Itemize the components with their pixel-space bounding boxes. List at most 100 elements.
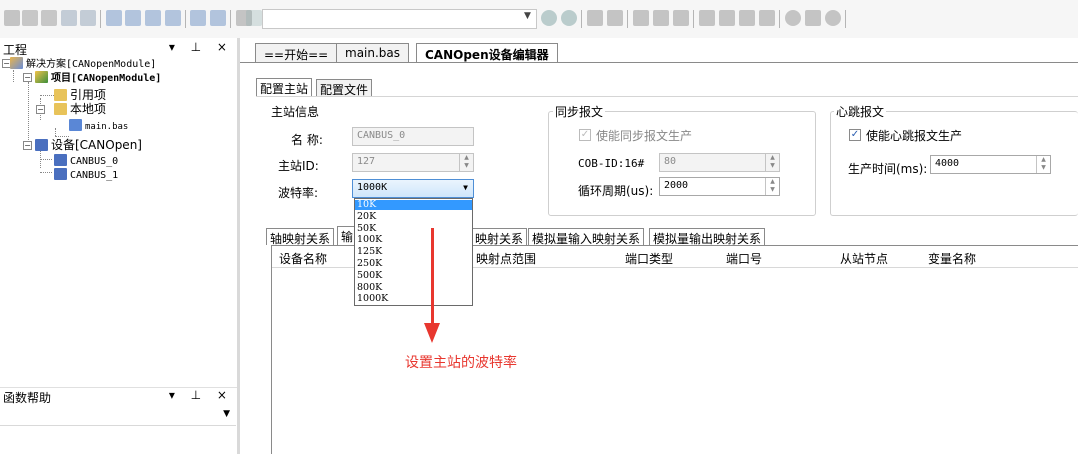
tree-collapse-toggle[interactable]: − <box>23 141 32 150</box>
panel-splitter[interactable] <box>237 38 240 454</box>
toolbar-separator <box>185 10 186 28</box>
grid-header-device-name: 设备名称 <box>279 252 328 266</box>
chat-down-icon[interactable] <box>165 10 181 26</box>
tree-item-solution[interactable]: 解决方案[CANopenModule] <box>10 56 156 70</box>
chevron-down-icon[interactable]: ▼ <box>524 11 531 21</box>
baud-rate-option[interactable]: 125K <box>355 247 472 257</box>
sub-tab-divider <box>256 96 1078 97</box>
master-id-label: 主站ID: <box>278 159 319 173</box>
outdent-icon[interactable] <box>607 10 623 26</box>
doc-tab-label: CANOpen设备编辑器 <box>425 48 549 62</box>
grid-header-variable-name: 变量名称 <box>928 252 977 266</box>
tab-configure-master[interactable]: 配置主站 <box>256 78 313 96</box>
paste-icon[interactable] <box>41 10 57 26</box>
chevron-down-icon[interactable]: ▼ <box>223 409 230 419</box>
window-icon[interactable] <box>106 10 122 26</box>
toolbar-separator <box>230 10 231 28</box>
master-id-field[interactable]: 127 <box>352 153 474 172</box>
heartbeat-enable-checkbox[interactable]: ✓ <box>849 129 861 141</box>
grid-header-slave-node: 从站节点 <box>840 252 889 266</box>
heartbeat-title: 心跳报文 <box>834 103 887 120</box>
doc-tab-label: ==开始== <box>264 48 329 62</box>
tree-item-project[interactable]: 项目[CANopenModule] <box>35 70 161 84</box>
help-combo[interactable]: ▼ <box>0 406 236 426</box>
chat-icon[interactable] <box>145 10 161 26</box>
sync-cobid-stepper[interactable]: ▲ ▼ <box>765 154 779 171</box>
panel-controls[interactable]: ▾ ⊥ × <box>169 40 233 54</box>
stop-icon[interactable] <box>739 10 755 26</box>
cut-icon[interactable] <box>4 10 20 26</box>
toolbar-combo[interactable] <box>262 9 537 29</box>
tab-label: 配置主站 <box>260 82 309 96</box>
chat-arrow-icon[interactable] <box>210 10 226 26</box>
align-left-icon[interactable] <box>633 10 649 26</box>
tab-configure-file[interactable]: 配置文件 <box>316 79 373 97</box>
tree-item-devices[interactable]: 设备[CANOpen] <box>35 138 142 152</box>
record-icon[interactable] <box>785 10 801 26</box>
monitor-icon[interactable] <box>805 10 821 26</box>
list-indent-icon[interactable] <box>673 10 689 26</box>
baud-rate-option[interactable]: 50K <box>355 223 472 234</box>
book-icon[interactable] <box>246 10 262 26</box>
circle-target-2-icon[interactable] <box>561 10 577 26</box>
heartbeat-time-stepper[interactable]: ▲ ▼ <box>1036 156 1050 173</box>
tab-output-mapping[interactable]: 映射关系 <box>472 228 528 246</box>
tree-collapse-toggle[interactable]: − <box>23 73 32 82</box>
comment-icon[interactable] <box>125 10 141 26</box>
doc-tab-main-bas[interactable]: main.bas <box>336 43 410 62</box>
align-right-icon[interactable] <box>653 10 669 26</box>
heartbeat-time-label: 生产时间(ms): <box>848 162 928 176</box>
master-name-label: 名 称: <box>291 133 323 147</box>
sync-enable-label: 使能同步报文生产 <box>596 129 693 143</box>
toolbar-separator <box>779 10 780 28</box>
sync-cobid-field[interactable]: 80 <box>659 153 780 172</box>
baud-rate-option[interactable]: 250K <box>355 259 472 269</box>
panel-controls[interactable]: ▾ ⊥ × <box>169 388 233 402</box>
undo-icon[interactable] <box>61 10 77 26</box>
tab-axis-mapping[interactable]: 轴映射关系 <box>266 228 335 246</box>
heartbeat-time-field[interactable]: 4000 <box>930 155 1051 174</box>
doc-tab-canopen-editor[interactable]: CANOpen设备编辑器 <box>416 43 558 63</box>
master-name-field[interactable]: CANBUS_0 <box>352 127 474 146</box>
grid-header-map-range: 映射点范围 <box>476 252 537 266</box>
tree-item-canbus-0[interactable]: CANBUS_0 <box>54 153 118 167</box>
tree-item-label: CANBUS_1 <box>70 170 119 181</box>
toolbar-separator <box>627 10 628 28</box>
tree-item-local[interactable]: 本地项 <box>54 102 106 116</box>
chevron-down-icon[interactable]: ▼ <box>463 183 468 192</box>
doc-tab-start[interactable]: ==开始== <box>255 43 338 62</box>
master-id-stepper[interactable]: ▲ ▼ <box>459 154 473 171</box>
chat-box-icon[interactable] <box>190 10 206 26</box>
redo-icon[interactable] <box>80 10 96 26</box>
tree-line <box>13 70 14 82</box>
grid-header-port-type: 端口类型 <box>625 252 674 266</box>
step-icon[interactable] <box>719 10 735 26</box>
baud-rate-option[interactable]: 100K <box>355 235 472 245</box>
baud-rate-dropdown-list[interactable]: 10K 20K 50K 100K 125K 250K 500K 800K 1000K <box>354 198 473 306</box>
play-icon[interactable] <box>699 10 715 26</box>
search-icon[interactable] <box>825 10 841 26</box>
indent-icon[interactable] <box>587 10 603 26</box>
pause-icon[interactable] <box>759 10 775 26</box>
baud-rate-option[interactable]: 10K <box>355 200 472 210</box>
baud-rate-option[interactable]: 500K <box>355 270 472 281</box>
tree-line <box>28 82 29 144</box>
baud-rate-option[interactable]: 1000K <box>355 294 472 304</box>
sync-enable-checkbox[interactable]: ✓ <box>579 129 591 141</box>
tree-collapse-toggle[interactable]: − <box>36 105 45 114</box>
baud-rate-option[interactable]: 800K <box>355 282 472 293</box>
tab-analog-output-mapping[interactable]: 模拟量输出映射关系 <box>649 228 766 246</box>
circle-target-icon[interactable] <box>541 10 557 26</box>
tree-item-canbus-1[interactable]: CANBUS_1 <box>54 167 118 181</box>
baud-rate-select[interactable]: 1000K ▼ <box>352 179 474 198</box>
sync-cycle-field[interactable]: 2000 <box>659 177 780 196</box>
tree-item-main-bas[interactable]: main.bas <box>69 118 128 132</box>
tree-item-label: 设备[CANOpen] <box>51 138 142 152</box>
sync-cycle-stepper[interactable]: ▲ ▼ <box>765 178 779 195</box>
folder-open-icon <box>54 103 67 115</box>
tree-item-references[interactable]: 引用项 <box>54 88 106 102</box>
tab-analog-input-mapping[interactable]: 模拟量输入映射关系 <box>528 228 645 246</box>
baud-rate-option[interactable]: 20K <box>355 211 472 222</box>
bas-file-icon <box>69 119 82 131</box>
copy-icon[interactable] <box>22 10 38 26</box>
